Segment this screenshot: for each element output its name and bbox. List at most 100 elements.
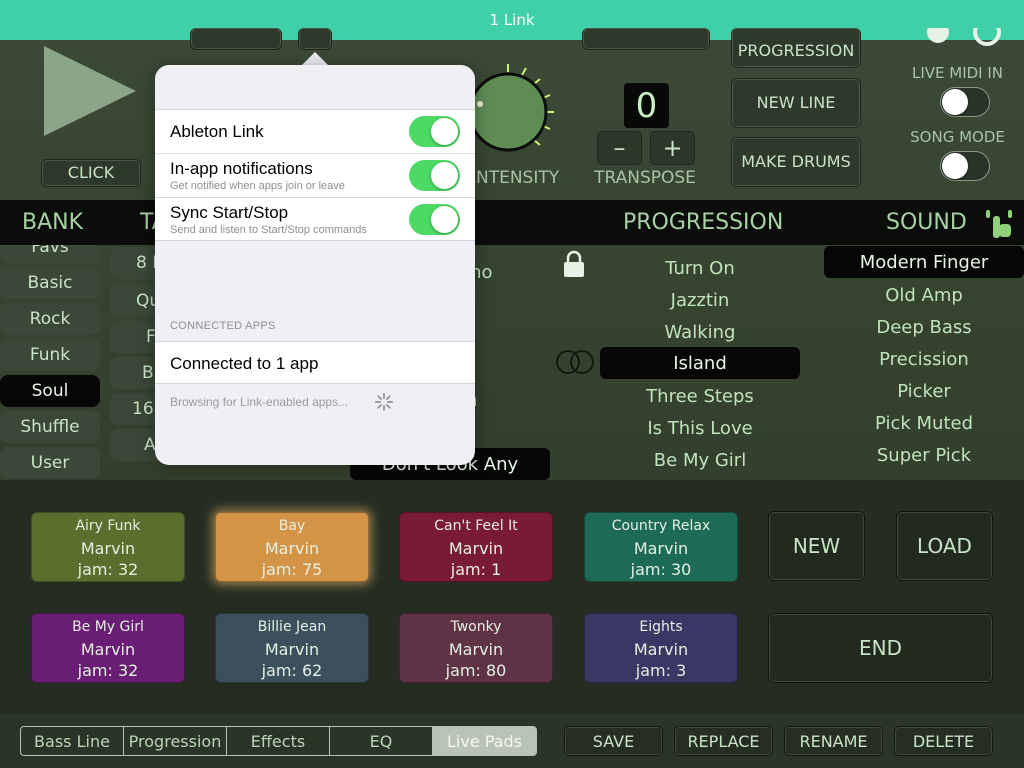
transpose-minus-button[interactable]: – <box>597 131 642 165</box>
sound-item[interactable]: Old Amp <box>824 279 1024 311</box>
link-title: 1 Link <box>489 11 535 29</box>
sound-item[interactable]: Picker <box>824 375 1024 407</box>
pad-jam: jam: 32 <box>77 661 139 680</box>
progression-item[interactable]: Jazztin <box>600 284 800 316</box>
sound-item-label: Old Amp <box>885 284 963 306</box>
sound-item[interactable]: Precission <box>824 343 1024 375</box>
pad-jam: jam: 80 <box>445 661 507 680</box>
link-toggle-button[interactable] <box>298 28 332 50</box>
gear-icon[interactable] <box>924 28 952 48</box>
sound-item[interactable]: Deep Bass <box>824 311 1024 343</box>
top-left-button[interactable] <box>190 28 282 50</box>
transpose-value: 0 <box>624 83 669 128</box>
sound-item[interactable]: Super Pick <box>824 439 1024 471</box>
tab-progression[interactable]: Progression <box>124 727 227 755</box>
end-pad-button[interactable]: END <box>768 613 993 683</box>
progression-item-selected[interactable]: Island <box>600 347 800 379</box>
save-button[interactable]: SAVE <box>564 726 663 756</box>
new-line-button[interactable]: NEW LINE <box>731 78 861 128</box>
live-pad-active[interactable]: Bay Marvin jam: 75 <box>215 512 369 582</box>
pad-artist: Marvin <box>264 639 320 659</box>
delete-button[interactable]: DELETE <box>894 726 993 756</box>
new-pad-button[interactable]: NEW <box>768 511 865 581</box>
pattern-item-label: A <box>144 435 156 455</box>
song-mode-toggle[interactable] <box>940 151 990 181</box>
progression-item[interactable]: Be My Girl <box>600 444 800 476</box>
bank-item-label: Shuffle <box>20 417 80 437</box>
link-title-bar: 1 Link <box>0 0 1024 40</box>
notifications-label: In-app notifications <box>170 159 313 178</box>
live-midi-in-toggle[interactable] <box>940 87 990 117</box>
plus-icon: + <box>662 134 683 162</box>
pad-artist: Marvin <box>633 639 689 659</box>
pad-artist: Marvin <box>264 538 320 558</box>
pad-jam: jam: 3 <box>635 661 687 680</box>
load-pad-button[interactable]: LOAD <box>896 511 993 581</box>
progression-item-label: Walking <box>664 321 736 343</box>
notifications-row: In-app notifications Get notified when a… <box>155 153 475 197</box>
help-icon[interactable] <box>972 28 1002 48</box>
top-middle-button[interactable] <box>582 28 710 50</box>
play-icon[interactable] <box>44 46 136 136</box>
progression-item-label: Is This Love <box>647 417 753 439</box>
make-drums-label: MAKE DRUMS <box>741 152 851 171</box>
sound-item-selected[interactable]: Modern Finger <box>824 246 1024 278</box>
tab-effects[interactable]: Effects <box>227 727 330 755</box>
progression-item[interactable]: Three Steps <box>600 380 800 412</box>
progression-item[interactable]: Walking <box>600 316 800 348</box>
sync-label: Sync Start/Stop <box>170 203 289 222</box>
sound-item-label: Super Pick <box>876 444 972 466</box>
touch-icon[interactable] <box>982 206 1016 242</box>
bank-item-favs[interactable]: Favs <box>0 245 100 263</box>
notifications-sublabel: Get notified when apps join or leave <box>170 180 345 192</box>
link-rings-icon[interactable] <box>554 349 596 375</box>
progression-item-label: Island <box>673 352 727 374</box>
bank-item-soul[interactable]: Soul <box>0 375 100 407</box>
live-pad[interactable]: Be My Girl Marvin jam: 32 <box>31 613 185 683</box>
live-midi-in-label: LIVE MIDI IN <box>911 64 1004 82</box>
rename-button[interactable]: RENAME <box>784 726 883 756</box>
tab-bass-line[interactable]: Bass Line <box>21 727 124 755</box>
progression-item[interactable]: Is This Love <box>600 412 800 444</box>
replace-button[interactable]: REPLACE <box>674 726 773 756</box>
pad-jam: jam: 32 <box>77 560 139 579</box>
bank-item-label: Rock <box>29 309 71 329</box>
end-pad-label: END <box>859 636 902 660</box>
bank-item-funk[interactable]: Funk <box>0 339 100 371</box>
live-pad[interactable]: Twonky Marvin jam: 80 <box>399 613 553 683</box>
tab-live-pads[interactable]: Live Pads <box>433 727 536 755</box>
bank-item-user[interactable]: User <box>0 447 100 479</box>
live-pad[interactable]: Airy Funk Marvin jam: 32 <box>31 512 185 582</box>
bank-item-shuffle[interactable]: Shuffle <box>0 411 100 443</box>
pad-name: Airy Funk <box>75 518 141 534</box>
section-header-bar: BANK TA PROGRESSION SOUND <box>0 200 1024 245</box>
transpose-plus-button[interactable]: + <box>650 131 695 165</box>
sound-item[interactable]: Pick Muted <box>824 407 1024 439</box>
lock-icon[interactable] <box>562 249 586 279</box>
ableton-link-label: Ableton Link <box>170 122 264 141</box>
live-pad[interactable]: Eights Marvin jam: 3 <box>584 613 738 683</box>
live-pad[interactable]: Billie Jean Marvin jam: 62 <box>215 613 369 683</box>
sound-item-label: Pick Muted <box>875 412 973 434</box>
live-pad[interactable]: Country Relax Marvin jam: 30 <box>584 512 738 582</box>
notifications-switch[interactable] <box>409 160 460 191</box>
live-pad[interactable]: Can't Feel It Marvin jam: 1 <box>399 512 553 582</box>
sync-switch[interactable] <box>409 204 460 235</box>
click-button[interactable]: CLICK <box>41 159 141 187</box>
pad-name: Be My Girl <box>72 619 144 635</box>
pad-artist: Marvin <box>448 639 504 659</box>
bank-item-basic[interactable]: Basic <box>0 267 100 299</box>
sound-item-label: Picker <box>897 380 951 402</box>
minus-icon: – <box>613 134 626 162</box>
pad-artist: Marvin <box>633 538 689 558</box>
ableton-link-switch[interactable] <box>409 116 460 147</box>
progression-item[interactable]: Turn On <box>600 252 800 284</box>
make-drums-button[interactable]: MAKE DRUMS <box>731 137 861 187</box>
tab-eq[interactable]: EQ <box>330 727 433 755</box>
load-pad-label: LOAD <box>917 534 972 558</box>
bank-header: BANK <box>22 210 84 235</box>
sound-item-label: Deep Bass <box>876 316 972 338</box>
sync-row: Sync Start/Stop Send and listen to Start… <box>155 197 475 241</box>
bank-item-rock[interactable]: Rock <box>0 303 100 335</box>
new-progression-button[interactable]: PROGRESSION <box>731 28 861 68</box>
